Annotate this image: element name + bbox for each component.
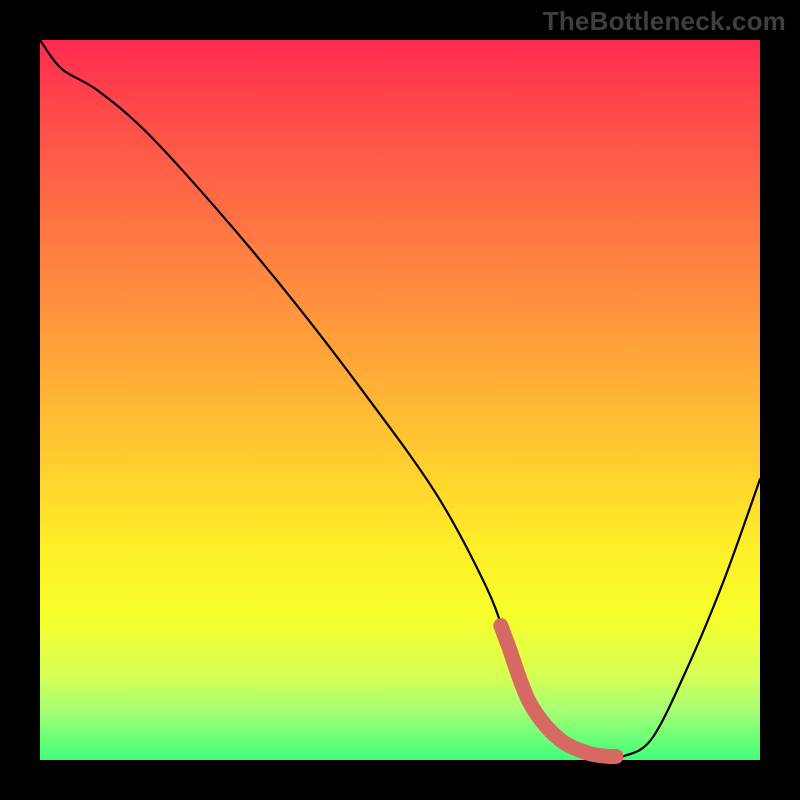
curve-svg [40, 40, 760, 760]
bottleneck-curve-path [40, 40, 760, 758]
plot-area [40, 40, 760, 760]
chart-frame: TheBottleneck.com [0, 0, 800, 800]
highlight-segment [501, 626, 616, 757]
watermark-text: TheBottleneck.com [543, 6, 786, 37]
